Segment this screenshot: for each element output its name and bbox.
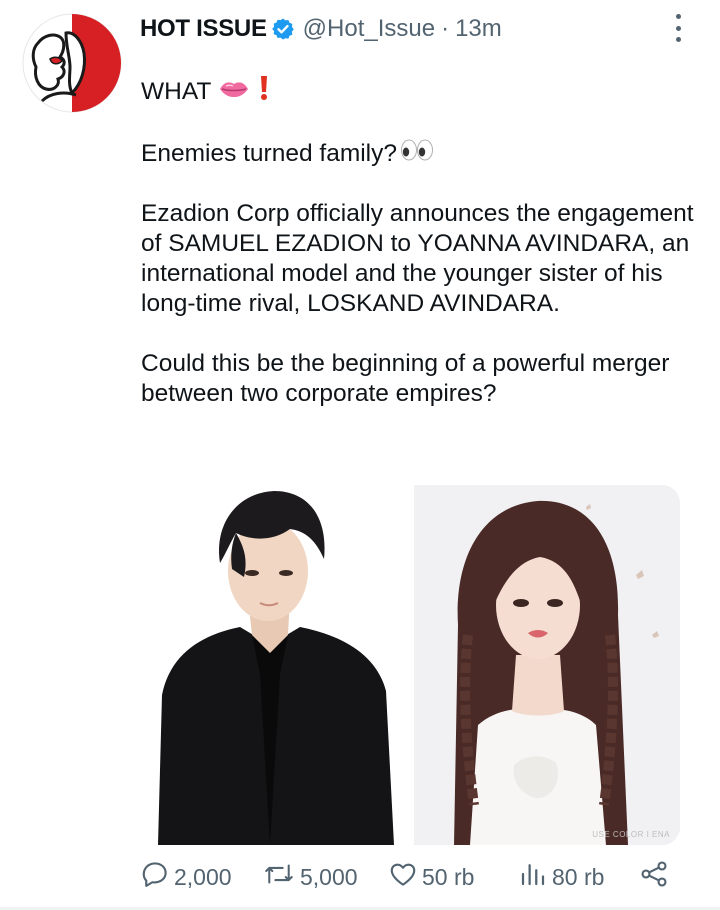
more-options-icon[interactable]: [670, 14, 686, 42]
share-button[interactable]: [638, 857, 674, 897]
enemies-text: Enemies turned family?: [141, 140, 398, 167]
share-icon: [638, 858, 674, 896]
tweet-action-bar: 2,000 5,000 50 rb 80 rb: [140, 857, 680, 897]
retweet-icon: [262, 859, 300, 895]
timestamp[interactable]: 13m: [455, 15, 502, 43]
tweet-header: HOT ISSUE @Hot_Issue · 13m: [140, 12, 502, 46]
what-text: WHAT: [141, 78, 212, 105]
reply-button[interactable]: 2,000: [140, 857, 232, 897]
reply-icon: [140, 859, 174, 895]
profile-avatar[interactable]: [20, 13, 124, 113]
views-count: 80 rb: [552, 863, 605, 890]
heart-icon: [388, 859, 422, 895]
verified-badge-icon: [271, 17, 295, 41]
eyes-emoji-icon: [400, 139, 434, 169]
views-chart-icon: [518, 859, 552, 895]
lips-emoji-icon: [218, 77, 250, 107]
retweet-count: 5,000: [300, 863, 358, 890]
red-exclamation-emoji-icon: [258, 75, 270, 109]
tweet-media: USE COLOR I ENA: [140, 485, 680, 845]
retweet-button[interactable]: 5,000: [262, 857, 358, 897]
tweet-line-what: WHAT: [141, 75, 701, 109]
reply-count: 2,000: [174, 863, 232, 890]
views-button[interactable]: 80 rb: [518, 857, 604, 897]
announcement-paragraph: Ezadion Corp officially announces the en…: [141, 200, 694, 317]
user-handle[interactable]: @Hot_Issue: [303, 15, 435, 43]
media-photo-man[interactable]: [140, 485, 408, 845]
media-photo-woman[interactable]: USE COLOR I ENA: [414, 485, 680, 845]
like-count: 50 rb: [422, 863, 475, 890]
tweet-text: WHAT Enemies turned family? Ezadion Corp…: [141, 75, 701, 409]
question-paragraph: Could this be the beginning of a powerfu…: [141, 350, 670, 407]
tweet-line-enemies: Enemies turned family?: [141, 139, 701, 169]
like-button[interactable]: 50 rb: [388, 857, 474, 897]
separator-dot: ·: [441, 15, 450, 42]
media-watermark: USE COLOR I ENA: [592, 830, 670, 839]
display-name[interactable]: HOT ISSUE: [140, 15, 267, 43]
